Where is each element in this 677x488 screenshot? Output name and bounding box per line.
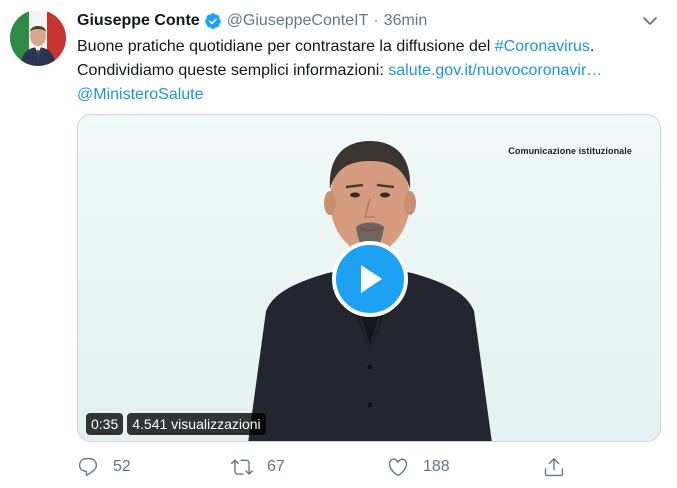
tweet-text-line-1: Buone pratiche quotidiane per contrastar… <box>77 35 662 59</box>
retweet-button[interactable]: 67 <box>231 455 285 479</box>
separator-dot: · <box>373 12 379 29</box>
tweet-text-line-2: Condividiamo queste semplici informazion… <box>77 59 662 83</box>
reply-button[interactable]: 52 <box>77 455 131 479</box>
tweet-text-segment: Condividiamo queste semplici informazion… <box>77 62 389 79</box>
verified-badge-icon <box>204 12 222 30</box>
avatar[interactable] <box>10 10 66 66</box>
video-player[interactable]: Comunicazione istituzionale 0:35 4.541 v… <box>77 114 661 442</box>
tweet-text: Buone pratiche quotidiane per contrastar… <box>77 35 662 107</box>
tweet-header: Giuseppe Conte @GiuseppeConteIT · 36min <box>77 10 427 32</box>
retweet-icon <box>231 459 253 475</box>
tweet-text-segment: Buone pratiche quotidiane per contrastar… <box>77 38 495 55</box>
tweet-text-segment: . <box>589 38 595 55</box>
url-link[interactable]: salute.gov.it/nuovocoronavir… <box>388 62 602 79</box>
tweet: Giuseppe Conte @GiuseppeConteIT · 36min … <box>0 0 677 488</box>
hashtag-link[interactable]: #Coronavirus <box>495 38 590 55</box>
share-icon <box>544 458 564 477</box>
mention-link[interactable]: @MinisteroSalute <box>77 86 204 103</box>
video-caption: Comunicazione istituzionale <box>508 146 632 156</box>
timestamp[interactable]: 36min <box>384 12 428 30</box>
tweet-text-line-3: @MinisteroSalute <box>77 83 662 107</box>
action-bar: 52 67 188 <box>77 455 577 479</box>
share-button[interactable] <box>543 455 565 479</box>
heart-icon <box>388 458 408 476</box>
like-button[interactable]: 188 <box>387 455 450 479</box>
author-handle[interactable]: @GiuseppeConteIT <box>227 12 369 30</box>
play-icon <box>361 265 382 293</box>
author-name[interactable]: Giuseppe Conte <box>77 12 200 30</box>
retweet-count: 67 <box>267 458 285 475</box>
reply-count: 52 <box>113 458 131 475</box>
reply-icon <box>78 458 98 477</box>
play-button[interactable] <box>332 241 408 317</box>
avatar-image <box>10 10 66 66</box>
view-count: 4.541 visualizzazioni <box>127 413 266 435</box>
video-duration: 0:35 <box>86 413 124 435</box>
video-badges: 0:35 4.541 visualizzazioni <box>86 413 266 435</box>
like-count: 188 <box>423 458 450 475</box>
chevron-down-icon[interactable] <box>639 10 661 32</box>
